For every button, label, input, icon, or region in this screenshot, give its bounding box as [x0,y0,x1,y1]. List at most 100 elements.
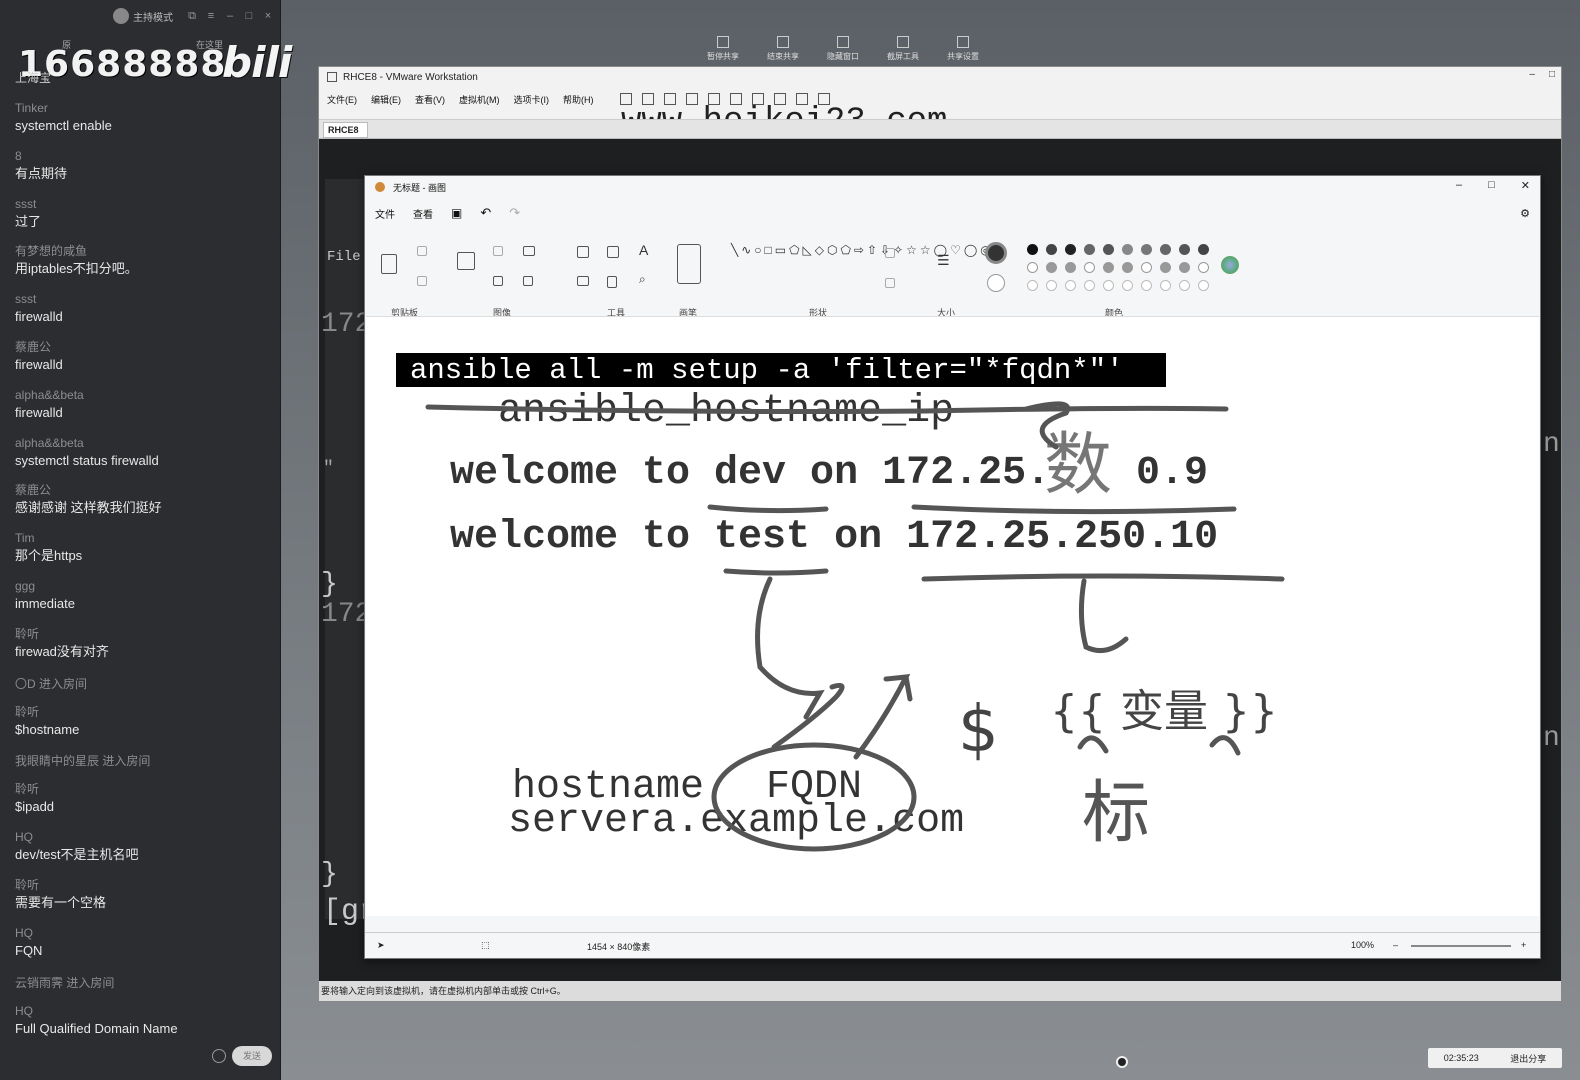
maximize-icon[interactable]: □ [243,10,255,22]
menu-tabs[interactable]: 选项卡(I) [514,93,550,106]
zoom-slider[interactable] [1411,945,1511,947]
menu-file[interactable]: 文件(E) [327,93,357,106]
color-swatch[interactable] [1141,280,1152,291]
brush-icon[interactable] [677,244,701,284]
outline-icon[interactable] [885,248,895,258]
resize-icon[interactable] [493,276,503,286]
color-picker-icon[interactable] [607,276,617,288]
maximize-icon[interactable]: □ [1488,179,1495,192]
color-swatch[interactable] [1084,280,1095,291]
color-swatch[interactable] [1027,262,1038,273]
menu-edit[interactable]: 编辑(E) [371,93,401,106]
save-icon[interactable]: ▣ [451,206,462,220]
color-swatch[interactable] [1046,280,1057,291]
share-settings-button[interactable]: 共享设置 [938,36,988,62]
paste-icon[interactable] [381,254,397,274]
menu-view[interactable]: 查看 [413,206,433,221]
color-swatch[interactable] [1141,262,1152,273]
color-swatch[interactable] [1103,244,1114,255]
color-swatch[interactable] [1160,244,1171,255]
list-item: 聆听 需要有一个空格 [15,877,277,925]
close-icon[interactable]: × [262,10,274,22]
exit-share-button[interactable]: 退出分享 [1510,1052,1546,1065]
redo-icon[interactable]: ↷ [509,205,520,221]
minimize-icon[interactable]: – [224,10,236,22]
edit-colors-icon[interactable] [1221,256,1239,274]
end-share-button[interactable]: 结束共享 [758,36,808,62]
terminal-file-label: File [327,249,361,265]
color-swatch[interactable] [1122,244,1133,255]
settings-icon[interactable]: ⚙ [1520,207,1530,220]
menu-icon[interactable]: ≡ [205,10,217,22]
maximize-icon[interactable]: □ [1549,69,1555,80]
menu-vm[interactable]: 虚拟机(M) [459,93,500,106]
undo-icon[interactable]: ↶ [480,205,491,221]
send-button[interactable]: 发送 [232,1046,272,1066]
color-swatch[interactable] [1198,244,1209,255]
fill-style-icon[interactable] [885,278,895,288]
color-swatch[interactable] [1084,262,1095,273]
screenshot-button[interactable]: 截屏工具 [878,36,928,62]
list-item: ggg immediate [15,578,277,626]
color-swatch[interactable] [1179,262,1190,273]
arrow-stroke [853,674,913,760]
color-swatch[interactable] [1103,262,1114,273]
emoji-icon[interactable] [212,1049,226,1063]
host-mode[interactable]: 主持模式 [113,8,173,24]
color-swatch[interactable] [1179,244,1190,255]
hide-window-button[interactable]: 隐藏窗口 [818,36,868,62]
var-squiggle [1209,735,1241,756]
fill-icon[interactable] [607,246,619,258]
copy-icon[interactable] [417,276,427,286]
color-swatch[interactable] [1027,244,1038,255]
chat-text: FQN [15,942,43,958]
list-item: 蔡鹿公 firewalld [15,339,277,387]
paint-canvas[interactable]: ansible all -m setup -a 'filter="*fqdn*"… [366,316,1539,916]
magnifier-icon[interactable]: ⌕ [639,272,646,287]
minimize-icon[interactable]: – [1529,69,1535,80]
size-icon[interactable]: ☰ [937,252,950,269]
zoom-in-button[interactable]: + [1521,940,1526,950]
color-swatch[interactable] [1122,280,1133,291]
tab-rhce8[interactable]: RHCE8 [323,122,368,138]
color-swatch[interactable] [1179,280,1190,291]
text-icon[interactable]: A [639,242,648,258]
color-2-swatch[interactable] [987,274,1005,292]
color-swatch[interactable] [1027,280,1038,291]
color-swatch[interactable] [1141,244,1152,255]
cut-icon[interactable] [417,246,427,256]
color-swatch[interactable] [1065,280,1076,291]
close-icon[interactable]: ✕ [1521,179,1530,192]
chat-user: 聆听 [15,782,40,797]
rotate-icon[interactable] [523,246,535,256]
list-item: 〇D 进入房间 [15,674,277,704]
color-swatch[interactable] [1065,262,1076,273]
select-icon[interactable] [457,252,475,270]
chat-user: ssst [15,292,37,307]
menu-view[interactable]: 查看(V) [415,93,445,106]
shapes-palette-icon[interactable]: ╲∿○□▭⬠◺◇⬡⬠⇨⇧⇩✧☆☆◯♡◯◎ [731,242,991,258]
pause-share-button[interactable]: 暂停共享 [698,36,748,62]
menu-file[interactable]: 文件 [375,206,395,221]
zoom-out-button[interactable]: – [1393,940,1398,950]
menu-help[interactable]: 帮助(H) [563,93,594,106]
crop-icon[interactable] [493,246,503,256]
pencil-icon[interactable] [577,246,589,258]
color-swatch[interactable] [1065,244,1076,255]
color-swatch[interactable] [1084,244,1095,255]
minimize-icon[interactable]: – [1456,179,1462,192]
color-swatch[interactable] [1198,280,1209,291]
paint-window: 无标题 - 画图 – □ ✕ 文件 查看 ▣ ↶ ↷ ⚙ 剪贴板 图像 A ⌕ … [364,175,1541,959]
color-swatch[interactable] [1046,244,1057,255]
color-1-swatch[interactable] [985,242,1007,264]
flip-icon[interactable] [523,276,533,286]
chat-user: 聆听 [15,704,40,719]
color-swatch[interactable] [1046,262,1057,273]
share-icon[interactable]: ⧉ [186,10,198,23]
eraser-icon[interactable] [577,276,589,286]
color-swatch[interactable] [1160,262,1171,273]
color-swatch[interactable] [1103,280,1114,291]
color-swatch[interactable] [1160,280,1171,291]
color-swatch[interactable] [1122,262,1133,273]
color-swatch[interactable] [1198,262,1209,273]
